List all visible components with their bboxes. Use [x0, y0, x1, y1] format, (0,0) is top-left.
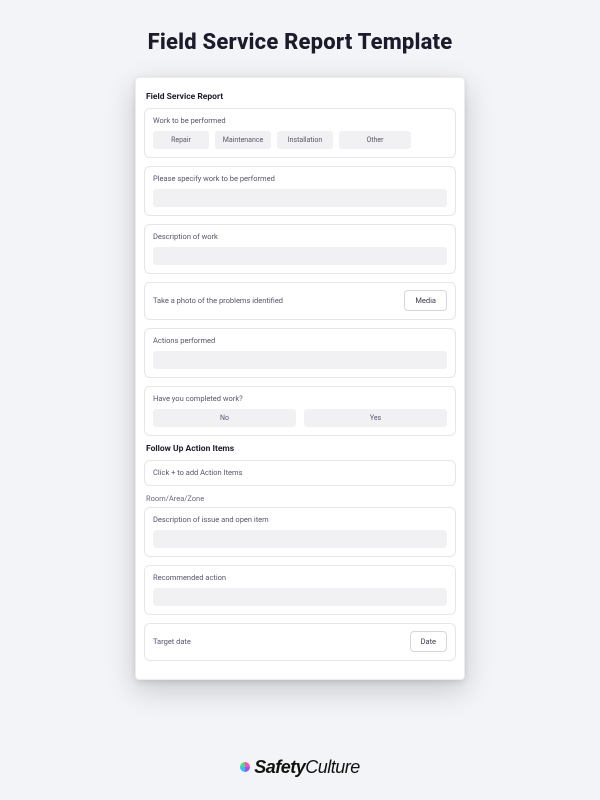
- brand-icon: [240, 762, 250, 772]
- completed-yes[interactable]: Yes: [304, 409, 447, 427]
- description-of-work-label: Description of work: [153, 232, 447, 241]
- page-title: Field Service Report Template: [0, 0, 600, 55]
- work-to-be-performed-block: Work to be performed Repair Maintenance …: [144, 108, 456, 158]
- specify-work-label: Please specify work to be performed: [153, 174, 447, 183]
- actions-performed-label: Actions performed: [153, 336, 447, 345]
- issue-description-block: Description of issue and open item: [144, 507, 456, 557]
- photo-label: Take a photo of the problems identified: [153, 296, 283, 305]
- room-area-zone-label: Room/Area/Zone: [146, 494, 456, 503]
- brand-text-light: Culture: [305, 757, 360, 777]
- specify-work-block: Please specify work to be performed: [144, 166, 456, 216]
- issue-description-label: Description of issue and open item: [153, 515, 447, 524]
- brand-logo: SafetyCulture: [0, 757, 600, 778]
- recommended-action-input[interactable]: [153, 588, 447, 606]
- completed-no[interactable]: No: [153, 409, 296, 427]
- specify-work-input[interactable]: [153, 189, 447, 207]
- add-action-items-hint: Click + to add Action Items: [153, 468, 447, 477]
- issue-description-input[interactable]: [153, 530, 447, 548]
- recommended-action-label: Recommended action: [153, 573, 447, 582]
- work-type-options: Repair Maintenance Installation Other: [153, 131, 447, 149]
- media-button[interactable]: Media: [404, 290, 447, 311]
- description-of-work-block: Description of work: [144, 224, 456, 274]
- target-date-block: Target date Date: [144, 623, 456, 661]
- work-option-other[interactable]: Other: [339, 131, 411, 149]
- followup-title: Follow Up Action Items: [146, 444, 454, 454]
- work-to-be-performed-label: Work to be performed: [153, 116, 447, 125]
- actions-performed-input[interactable]: [153, 351, 447, 369]
- work-option-maintenance[interactable]: Maintenance: [215, 131, 271, 149]
- work-option-installation[interactable]: Installation: [277, 131, 333, 149]
- form-card: Field Service Report Work to be performe…: [135, 77, 465, 680]
- work-option-repair[interactable]: Repair: [153, 131, 209, 149]
- target-date-label: Target date: [153, 637, 191, 646]
- add-action-items-block[interactable]: Click + to add Action Items: [144, 460, 456, 486]
- actions-performed-block: Actions performed: [144, 328, 456, 378]
- recommended-action-block: Recommended action: [144, 565, 456, 615]
- description-of-work-input[interactable]: [153, 247, 447, 265]
- date-button[interactable]: Date: [410, 631, 447, 652]
- brand-text-bold: Safety: [254, 757, 305, 777]
- completed-work-label: Have you completed work?: [153, 394, 447, 403]
- photo-block: Take a photo of the problems identified …: [144, 282, 456, 320]
- form-title: Field Service Report: [146, 92, 454, 102]
- completed-work-options: No Yes: [153, 409, 447, 427]
- completed-work-block: Have you completed work? No Yes: [144, 386, 456, 436]
